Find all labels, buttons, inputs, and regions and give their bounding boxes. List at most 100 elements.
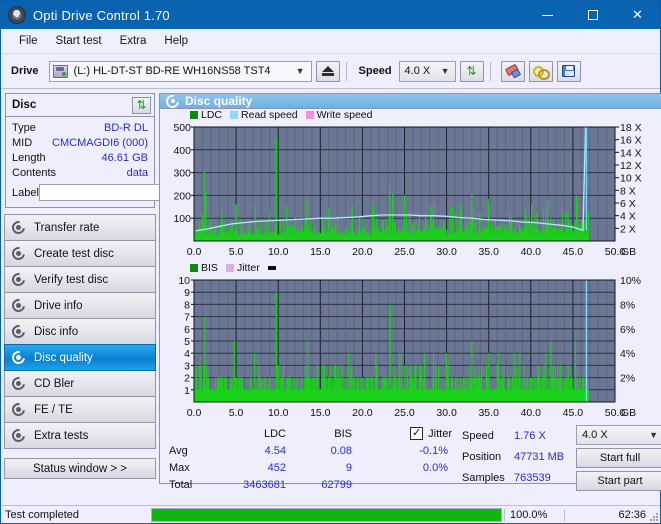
sidebar-item-cd-bler[interactable]: CD Bler — [4, 370, 156, 397]
legend-item-bis: BIS — [190, 262, 218, 274]
menu-item-help[interactable]: Help — [155, 32, 197, 50]
window-title: Opti Drive Control 1.70 — [33, 7, 170, 23]
info-value-speed: 1.76 X — [514, 429, 546, 442]
resize-grip[interactable] — [648, 511, 658, 521]
sidebar-item-label: FE / TE — [34, 403, 73, 416]
menu-item-file[interactable]: File — [10, 32, 47, 50]
svg-text:20.0: 20.0 — [352, 407, 373, 419]
disc-icon — [9, 374, 28, 393]
bis-chart-legend: BIS Jitter — [160, 262, 661, 274]
keys-icon — [533, 65, 551, 80]
eject-button[interactable] — [315, 60, 340, 82]
maximize-button[interactable] — [570, 1, 615, 29]
svg-text:4%: 4% — [620, 348, 635, 360]
sidebar-item-extra-tests[interactable]: Extra tests — [4, 422, 156, 449]
disc-info-rows: Type BD-R DL MID CMCMAGDI6 (000) Length … — [6, 117, 208, 207]
svg-text:7: 7 — [184, 312, 190, 324]
svg-text:16 X: 16 X — [620, 135, 642, 147]
legend-label: LDC — [201, 109, 223, 121]
jitter-checkbox[interactable]: ✓ — [410, 427, 424, 440]
status-window-button[interactable]: Status window > > — [4, 458, 156, 479]
stats-max-jitter: 0.0% — [422, 461, 448, 474]
legend-item-ldc: LDC — [190, 109, 222, 121]
progress-percent: 100.0% — [504, 508, 564, 521]
legend-label: Write speed — [316, 109, 373, 121]
speed-select[interactable]: 4.0 X ▼ — [398, 60, 456, 82]
sidebar-item-disc-quality[interactable]: Disc quality — [4, 344, 156, 371]
svg-text:100: 100 — [173, 213, 191, 225]
title-bar: Opti Drive Control 1.70 ✕ — [1, 1, 660, 29]
drive-icon — [52, 64, 68, 78]
refresh-icon: ⇅ — [466, 64, 477, 78]
sidebar-item-label: Disc quality — [34, 351, 93, 364]
legend-item-write-speed: Write speed — [305, 109, 373, 121]
sidebar-item-create-test-disc[interactable]: Create test disc — [4, 240, 156, 267]
svg-text:2%: 2% — [620, 373, 635, 385]
stats-row-label: Max — [169, 461, 190, 474]
svg-text:300: 300 — [173, 168, 191, 180]
svg-text:500: 500 — [173, 122, 191, 134]
disc-row-key: MID — [12, 136, 33, 149]
stats-row-max: Max 452 9 0.0% — [160, 459, 460, 476]
eject-icon — [321, 66, 334, 76]
svg-text:200: 200 — [173, 190, 191, 202]
erase-button[interactable] — [500, 60, 525, 82]
svg-text:6%: 6% — [620, 324, 635, 336]
start-part-button[interactable]: Start part — [576, 471, 661, 491]
svg-text:15.0: 15.0 — [310, 246, 331, 258]
disc-refresh-button[interactable]: ⇅ — [132, 96, 151, 114]
keys-button[interactable] — [528, 60, 553, 82]
refresh-button[interactable]: ⇅ — [459, 60, 484, 82]
disc-row-length: Length 46.61 GB — [12, 150, 148, 165]
sidebar-item-disc-info[interactable]: Disc info — [4, 318, 156, 345]
legend-item-jitter: Jitter — [225, 262, 260, 274]
svg-text:35.0: 35.0 — [478, 407, 499, 419]
drive-select[interactable]: (L:) HL-DT-ST BD-RE WH16NS58 TST4 ▼ — [48, 60, 312, 82]
stats-actions: 4.0 X ▼ Start full Start part — [572, 425, 661, 491]
jitter-toggle[interactable]: ✓ Jitter — [410, 427, 460, 440]
stats-header-row: LDC BIS ✓ Jitter — [160, 425, 460, 442]
stats-row-total: Total 3463681 62799 — [160, 476, 460, 493]
close-icon: ✕ — [632, 7, 643, 23]
sidebar-item-label: Transfer rate — [34, 221, 100, 234]
menu-item-extra[interactable]: Extra — [111, 32, 156, 50]
stats-row-label: Avg — [169, 444, 188, 457]
bis-chart[interactable]: 1 2 3 4 5 6 7 8 9 10 2% 4% 6% 8% 10% 0.0 5.0 10.0 15.0 20.0… — [160, 274, 661, 422]
disc-row-value: CMCMAGDI6 (000) — [52, 136, 148, 149]
ldc-chart[interactable]: 100 200 300 400 500 2 X4 X6 X8 X 10 X 12 X 14 X1… — [160, 121, 661, 259]
sidebar-item-fe-te[interactable]: FE / TE — [4, 396, 156, 423]
test-speed-select[interactable]: 4.0 X ▼ — [576, 425, 661, 445]
disc-row-value: data — [126, 166, 148, 179]
stats-row-avg: Avg 4.54 0.08 -0.1% — [160, 442, 460, 459]
svg-text:10%: 10% — [620, 275, 641, 287]
disc-icon — [9, 296, 28, 315]
sidebar-item-drive-info[interactable]: Drive info — [4, 292, 156, 319]
svg-text:35.0: 35.0 — [478, 246, 499, 258]
save-icon — [562, 65, 576, 77]
stats-table: LDC BIS ✓ Jitter Avg 4.54 0.08 -0.1% Max… — [160, 425, 460, 491]
ldc-chart-legend: LDC Read speed Write speed — [160, 109, 661, 121]
start-full-button[interactable]: Start full — [576, 448, 661, 468]
disc-panel-header: Disc ⇅ — [6, 94, 154, 117]
disc-icon — [163, 91, 182, 111]
svg-text:15.0: 15.0 — [310, 407, 331, 419]
stats-info: Speed 1.76 X Position 47731 MB Samples 7… — [460, 425, 572, 491]
close-button[interactable]: ✕ — [615, 1, 660, 29]
svg-text:2: 2 — [184, 373, 190, 385]
eraser-icon — [505, 65, 520, 77]
svg-text:10.0: 10.0 — [268, 407, 289, 419]
stats-avg-bis: 0.08 — [330, 444, 352, 457]
minimize-button[interactable] — [525, 1, 570, 29]
sidebar-item-transfer-rate[interactable]: Transfer rate — [4, 214, 156, 241]
menu-item-start-test[interactable]: Start test — [47, 32, 111, 50]
sidebar-item-verify-test-disc[interactable]: Verify test disc — [4, 266, 156, 293]
svg-text:8%: 8% — [620, 299, 635, 311]
svg-text:GB: GB — [621, 246, 636, 258]
sidebar-item-label: CD Bler — [34, 377, 75, 390]
svg-text:40.0: 40.0 — [521, 246, 542, 258]
stats-area: LDC BIS ✓ Jitter Avg 4.54 0.08 -0.1% Max… — [160, 422, 661, 491]
save-button[interactable] — [556, 60, 581, 82]
svg-text:10.0: 10.0 — [268, 246, 289, 258]
window-controls: ✕ — [525, 1, 660, 29]
